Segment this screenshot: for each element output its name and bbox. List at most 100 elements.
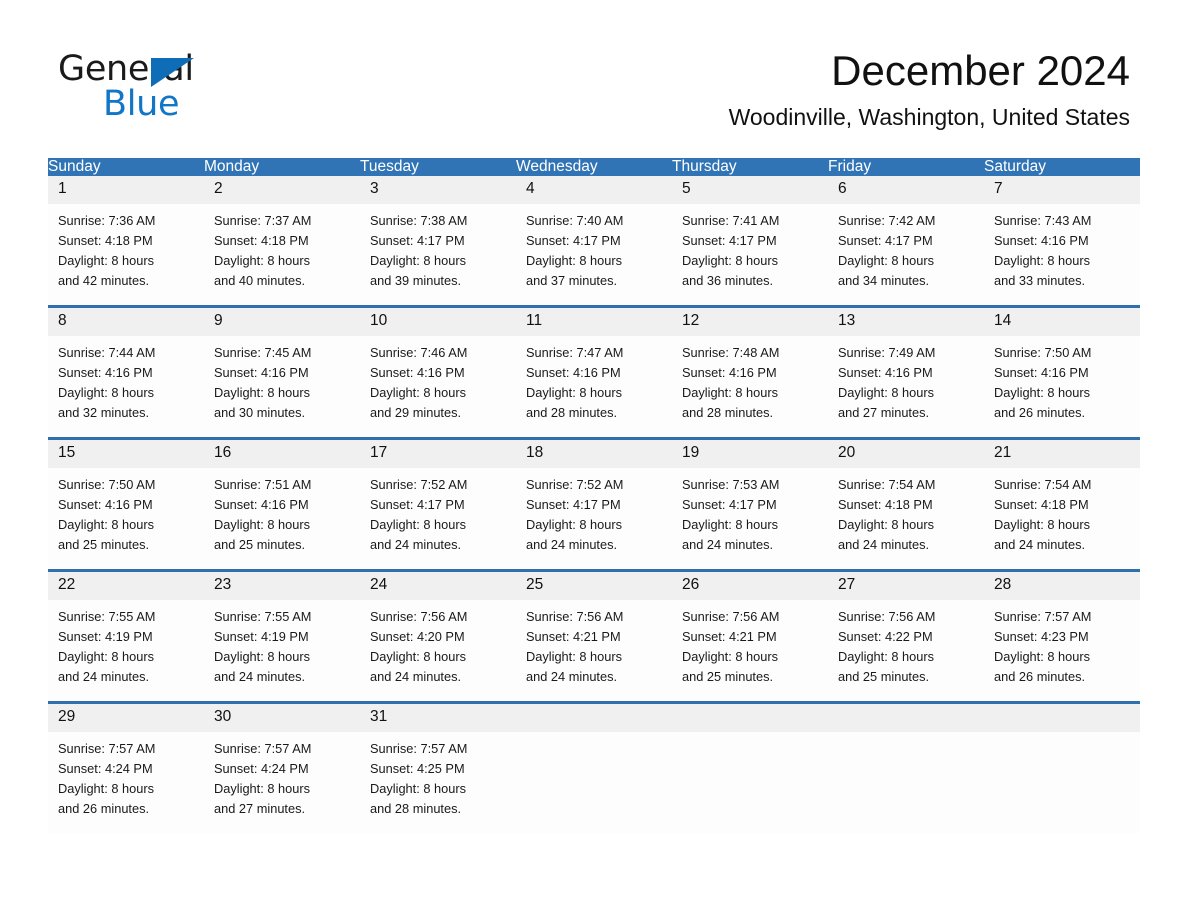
sunrise-time: Sunrise: 7:44 AM [58, 345, 156, 360]
day-cell-empty [828, 732, 984, 833]
day-number[interactable]: 5 [672, 176, 828, 204]
day-number[interactable]: 21 [984, 440, 1140, 468]
sunrise-time: Sunrise: 7:56 AM [838, 609, 936, 624]
sunset-time: Sunset: 4:16 PM [994, 364, 1089, 380]
day-number[interactable]: 23 [204, 572, 360, 600]
daylight-duration-line1: Daylight: 8 hours [838, 516, 935, 532]
day-number[interactable]: 6 [828, 176, 984, 204]
day-cell[interactable]: Sunrise: 7:45 AM Sunset: 4:16 PM Daylight:… [204, 336, 360, 437]
sunset-time: Sunset: 4:16 PM [58, 364, 153, 380]
day-cell[interactable]: Sunrise: 7:43 AM Sunset: 4:16 PM Daylight:… [984, 204, 1140, 305]
daylight-duration-line2: and 39 minutes. [370, 272, 462, 288]
day-number[interactable]: 1 [48, 176, 204, 204]
day-number[interactable]: 9 [204, 308, 360, 336]
daylight-duration-line1: Daylight: 8 hours [58, 516, 155, 532]
daylight-duration-line1: Daylight: 8 hours [58, 780, 155, 796]
day-number[interactable]: 18 [516, 440, 672, 468]
general-blue-logo: General Blue [58, 52, 318, 132]
day-info-row: Sunrise: 7:55 AM Sunset: 4:19 PM Daylight:… [48, 600, 1140, 701]
day-number[interactable]: 11 [516, 308, 672, 336]
day-cell[interactable]: Sunrise: 7:57 AM Sunset: 4:24 PM Daylight:… [48, 732, 204, 833]
day-cell[interactable]: Sunrise: 7:44 AM Sunset: 4:16 PM Daylight:… [48, 336, 204, 437]
day-number[interactable]: 16 [204, 440, 360, 468]
day-cell[interactable]: Sunrise: 7:41 AM Sunset: 4:17 PM Daylight:… [672, 204, 828, 305]
weekday-header-monday: Monday [204, 158, 360, 176]
sunrise-time: Sunrise: 7:52 AM [526, 477, 624, 492]
daylight-duration-line2: and 24 minutes. [994, 536, 1086, 552]
day-cell[interactable]: Sunrise: 7:50 AM Sunset: 4:16 PM Daylight:… [48, 468, 204, 569]
sunset-time: Sunset: 4:18 PM [214, 232, 309, 248]
day-number[interactable]: 31 [360, 704, 516, 732]
sunrise-time: Sunrise: 7:57 AM [994, 609, 1092, 624]
day-cell[interactable]: Sunrise: 7:46 AM Sunset: 4:16 PM Daylight:… [360, 336, 516, 437]
day-number[interactable]: 24 [360, 572, 516, 600]
day-number[interactable]: 25 [516, 572, 672, 600]
day-cell[interactable]: Sunrise: 7:55 AM Sunset: 4:19 PM Daylight:… [48, 600, 204, 701]
day-cell[interactable]: Sunrise: 7:55 AM Sunset: 4:19 PM Daylight:… [204, 600, 360, 701]
sunset-time: Sunset: 4:17 PM [682, 496, 777, 512]
day-number[interactable]: 14 [984, 308, 1140, 336]
day-number[interactable]: 29 [48, 704, 204, 732]
day-cell[interactable]: Sunrise: 7:57 AM Sunset: 4:25 PM Daylight:… [360, 732, 516, 833]
day-number[interactable]: 19 [672, 440, 828, 468]
day-cell[interactable]: Sunrise: 7:38 AM Sunset: 4:17 PM Daylight:… [360, 204, 516, 305]
day-cell[interactable]: Sunrise: 7:56 AM Sunset: 4:20 PM Daylight:… [360, 600, 516, 701]
day-number[interactable]: 3 [360, 176, 516, 204]
day-cell[interactable]: Sunrise: 7:37 AM Sunset: 4:18 PM Daylight:… [204, 204, 360, 305]
day-cell[interactable]: Sunrise: 7:53 AM Sunset: 4:17 PM Daylight:… [672, 468, 828, 569]
daylight-duration-line2: and 37 minutes. [526, 272, 618, 288]
sunset-time: Sunset: 4:16 PM [370, 364, 465, 380]
day-cell[interactable]: Sunrise: 7:56 AM Sunset: 4:21 PM Daylight:… [672, 600, 828, 701]
page-header: General Blue December 2024 Woodinville, … [0, 0, 1188, 148]
day-number-row: 15 16 17 18 19 20 21 [48, 440, 1140, 468]
sunset-time: Sunset: 4:18 PM [994, 496, 1089, 512]
day-number[interactable]: 4 [516, 176, 672, 204]
day-cell[interactable]: Sunrise: 7:36 AM Sunset: 4:18 PM Daylight:… [48, 204, 204, 305]
day-cell[interactable]: Sunrise: 7:47 AM Sunset: 4:16 PM Daylight:… [516, 336, 672, 437]
day-cell[interactable]: Sunrise: 7:52 AM Sunset: 4:17 PM Daylight:… [516, 468, 672, 569]
day-number[interactable]: 12 [672, 308, 828, 336]
day-cell[interactable]: Sunrise: 7:54 AM Sunset: 4:18 PM Daylight:… [828, 468, 984, 569]
day-number[interactable]: 30 [204, 704, 360, 732]
day-number[interactable]: 13 [828, 308, 984, 336]
day-number[interactable]: 7 [984, 176, 1140, 204]
day-number[interactable]: 15 [48, 440, 204, 468]
day-info-row: Sunrise: 7:44 AM Sunset: 4:16 PM Daylight:… [48, 336, 1140, 437]
day-number[interactable]: 17 [360, 440, 516, 468]
day-cell[interactable]: Sunrise: 7:54 AM Sunset: 4:18 PM Daylight:… [984, 468, 1140, 569]
day-number[interactable]: 8 [48, 308, 204, 336]
day-cell[interactable]: Sunrise: 7:56 AM Sunset: 4:22 PM Daylight:… [828, 600, 984, 701]
daylight-duration-line2: and 33 minutes. [994, 272, 1086, 288]
day-number[interactable]: 27 [828, 572, 984, 600]
day-number[interactable]: 26 [672, 572, 828, 600]
sunrise-time: Sunrise: 7:53 AM [682, 477, 780, 492]
daylight-duration-line2: and 26 minutes. [994, 404, 1086, 420]
day-number[interactable]: 20 [828, 440, 984, 468]
day-cell[interactable]: Sunrise: 7:57 AM Sunset: 4:23 PM Daylight:… [984, 600, 1140, 701]
sunrise-time: Sunrise: 7:43 AM [994, 213, 1092, 228]
daylight-duration-line1: Daylight: 8 hours [994, 252, 1091, 268]
day-cell[interactable]: Sunrise: 7:49 AM Sunset: 4:16 PM Daylight:… [828, 336, 984, 437]
daylight-duration-line1: Daylight: 8 hours [370, 780, 467, 796]
calendar-page: General Blue December 2024 Woodinville, … [0, 0, 1188, 918]
day-cell[interactable]: Sunrise: 7:57 AM Sunset: 4:24 PM Daylight:… [204, 732, 360, 833]
day-cell[interactable]: Sunrise: 7:40 AM Sunset: 4:17 PM Daylight:… [516, 204, 672, 305]
day-number[interactable]: 28 [984, 572, 1140, 600]
day-cell[interactable]: Sunrise: 7:42 AM Sunset: 4:17 PM Daylight:… [828, 204, 984, 305]
day-cell[interactable]: Sunrise: 7:52 AM Sunset: 4:17 PM Daylight:… [360, 468, 516, 569]
sunrise-time: Sunrise: 7:54 AM [994, 477, 1092, 492]
daylight-duration-line1: Daylight: 8 hours [526, 384, 623, 400]
day-cell[interactable]: Sunrise: 7:48 AM Sunset: 4:16 PM Daylight:… [672, 336, 828, 437]
day-cell[interactable]: Sunrise: 7:50 AM Sunset: 4:16 PM Daylight:… [984, 336, 1140, 437]
day-number[interactable]: 2 [204, 176, 360, 204]
day-number-row: 22 23 24 25 26 27 28 [48, 572, 1140, 600]
day-cell-empty [672, 732, 828, 833]
day-cell[interactable]: Sunrise: 7:51 AM Sunset: 4:16 PM Daylight:… [204, 468, 360, 569]
sunset-time: Sunset: 4:16 PM [214, 496, 309, 512]
day-number[interactable]: 22 [48, 572, 204, 600]
sunrise-time: Sunrise: 7:57 AM [58, 741, 156, 756]
day-cell[interactable]: Sunrise: 7:56 AM Sunset: 4:21 PM Daylight:… [516, 600, 672, 701]
daylight-duration-line2: and 24 minutes. [838, 536, 930, 552]
weekday-header-saturday: Saturday [984, 158, 1140, 176]
day-number[interactable]: 10 [360, 308, 516, 336]
